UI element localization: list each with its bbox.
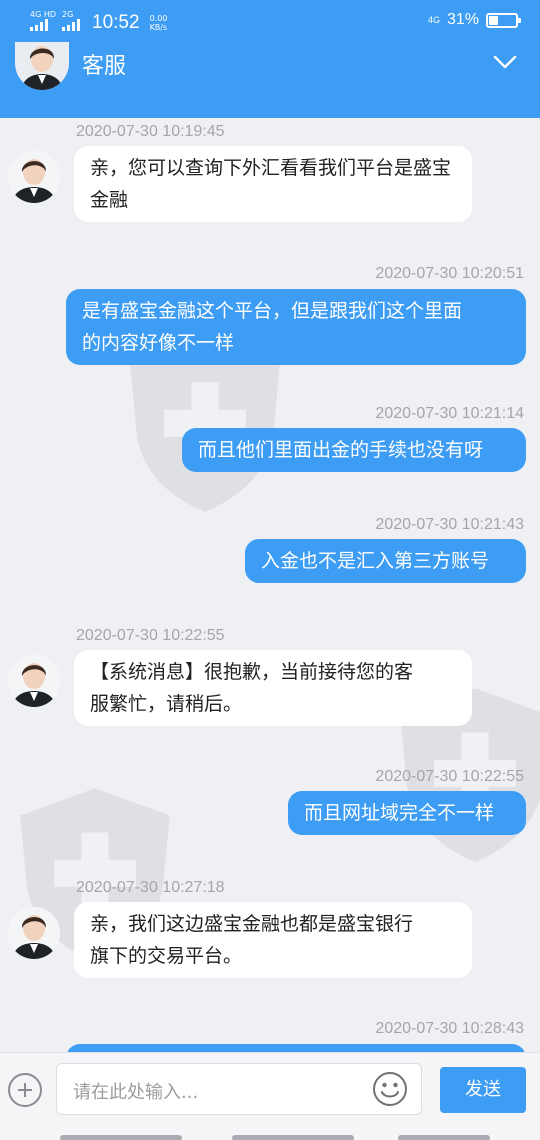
- message-timestamp: 2020-07-30 10:27:18: [76, 879, 225, 896]
- incoming-message: 【系统消息】很抱歉，当前接待您的客 服繁忙，请稍后。: [74, 650, 472, 726]
- nav-indicator: [398, 1135, 490, 1140]
- network-speed-unit: KB/s: [149, 23, 168, 32]
- message-timestamp: 2020-07-30 10:21:43: [375, 516, 524, 533]
- message-input[interactable]: 请在此处输入...: [56, 1063, 422, 1115]
- message-text-line: 旗下的交易平台。: [90, 945, 243, 967]
- status-bar: 4G HD 2G 10:52 0.00 KB/s 4G 31%: [0, 0, 540, 42]
- outgoing-message: 是有盛宝金融这个平台，但是跟我们这个里面 的内容好像不一样: [66, 289, 526, 365]
- message-text-line: 亲，您可以查询下外汇看看我们平台是盛宝: [90, 157, 452, 179]
- outgoing-message: 入金也不是汇入第三方账号: [245, 539, 526, 583]
- message-text-line: 【系统消息】很抱歉，当前接待您的客: [90, 661, 414, 683]
- message-timestamp: 2020-07-30 10:20:51: [375, 265, 524, 282]
- message-text-line: 的内容好像不一样: [82, 332, 235, 354]
- signal-bars-icon: [62, 19, 81, 31]
- chat-header: 客服: [0, 42, 540, 118]
- incoming-message: 亲，您可以查询下外汇看看我们平台是盛宝 金融: [74, 146, 472, 222]
- message-text-line: 是有盛宝金融这个平台，但是跟我们这个里面: [82, 300, 463, 322]
- outgoing-message: 而且他们里面出金的手续也没有呀: [182, 428, 526, 472]
- nav-indicator: [60, 1135, 182, 1140]
- sim2-signal: 2G: [62, 10, 81, 31]
- network-speed: 0.00 KB/s: [150, 14, 168, 32]
- agent-portrait-icon: [8, 655, 60, 707]
- agent-avatar[interactable]: [15, 42, 69, 90]
- add-attachment-icon[interactable]: [8, 1073, 42, 1107]
- send-button[interactable]: 发送: [440, 1067, 526, 1113]
- signal-bars-icon: [30, 19, 48, 31]
- emoji-icon[interactable]: [372, 1071, 408, 1107]
- network-speed-value: 0.00: [149, 14, 168, 23]
- nav-indicator: [232, 1135, 354, 1140]
- message-timestamp: 2020-07-30 10:21:14: [375, 405, 524, 422]
- outgoing-message: 而且网址域完全不一样: [288, 791, 526, 835]
- network-type: 4G: [427, 14, 440, 25]
- agent-portrait-icon: [8, 151, 60, 203]
- message-text-line: 而且网址域完全不一样: [304, 802, 495, 824]
- message-timestamp: 2020-07-30 10:22:55: [375, 768, 524, 785]
- sim1-label: 4G HD: [30, 10, 57, 19]
- message-text-line: 而且他们里面出金的手续也没有呀: [198, 439, 484, 461]
- message-timestamp: 2020-07-30 10:19:45: [76, 123, 225, 140]
- agent-portrait-icon: [15, 42, 69, 90]
- message-text-line: 亲，我们这边盛宝金融也都是盛宝银行: [90, 913, 414, 935]
- message-text-line: 金融: [90, 189, 129, 211]
- battery-level: [489, 15, 498, 25]
- chat-title: 客服: [82, 54, 127, 79]
- chevron-down-icon[interactable]: [492, 52, 518, 72]
- agent-avatar[interactable]: [8, 151, 60, 203]
- sim2-label: 2G: [62, 10, 74, 19]
- battery-percent: 31%: [446, 11, 479, 28]
- message-timestamp: 2020-07-30 10:28:43: [375, 1020, 524, 1037]
- message-input-bar: 请在此处输入... 发送: [0, 1052, 540, 1140]
- battery-icon: [486, 12, 521, 28]
- status-time: 10:52: [92, 12, 140, 33]
- agent-avatar[interactable]: [8, 907, 60, 959]
- message-text-line: 服繁忙，请稍后。: [90, 693, 243, 715]
- agent-avatar[interactable]: [8, 655, 60, 707]
- message-text-line: 入金也不是汇入第三方账号: [261, 550, 490, 572]
- sim1-signal: 4G HD: [30, 11, 56, 31]
- incoming-message: 亲，我们这边盛宝金融也都是盛宝银行 旗下的交易平台。: [74, 902, 472, 978]
- agent-portrait-icon: [8, 907, 60, 959]
- message-timestamp: 2020-07-30 10:22:55: [76, 627, 225, 644]
